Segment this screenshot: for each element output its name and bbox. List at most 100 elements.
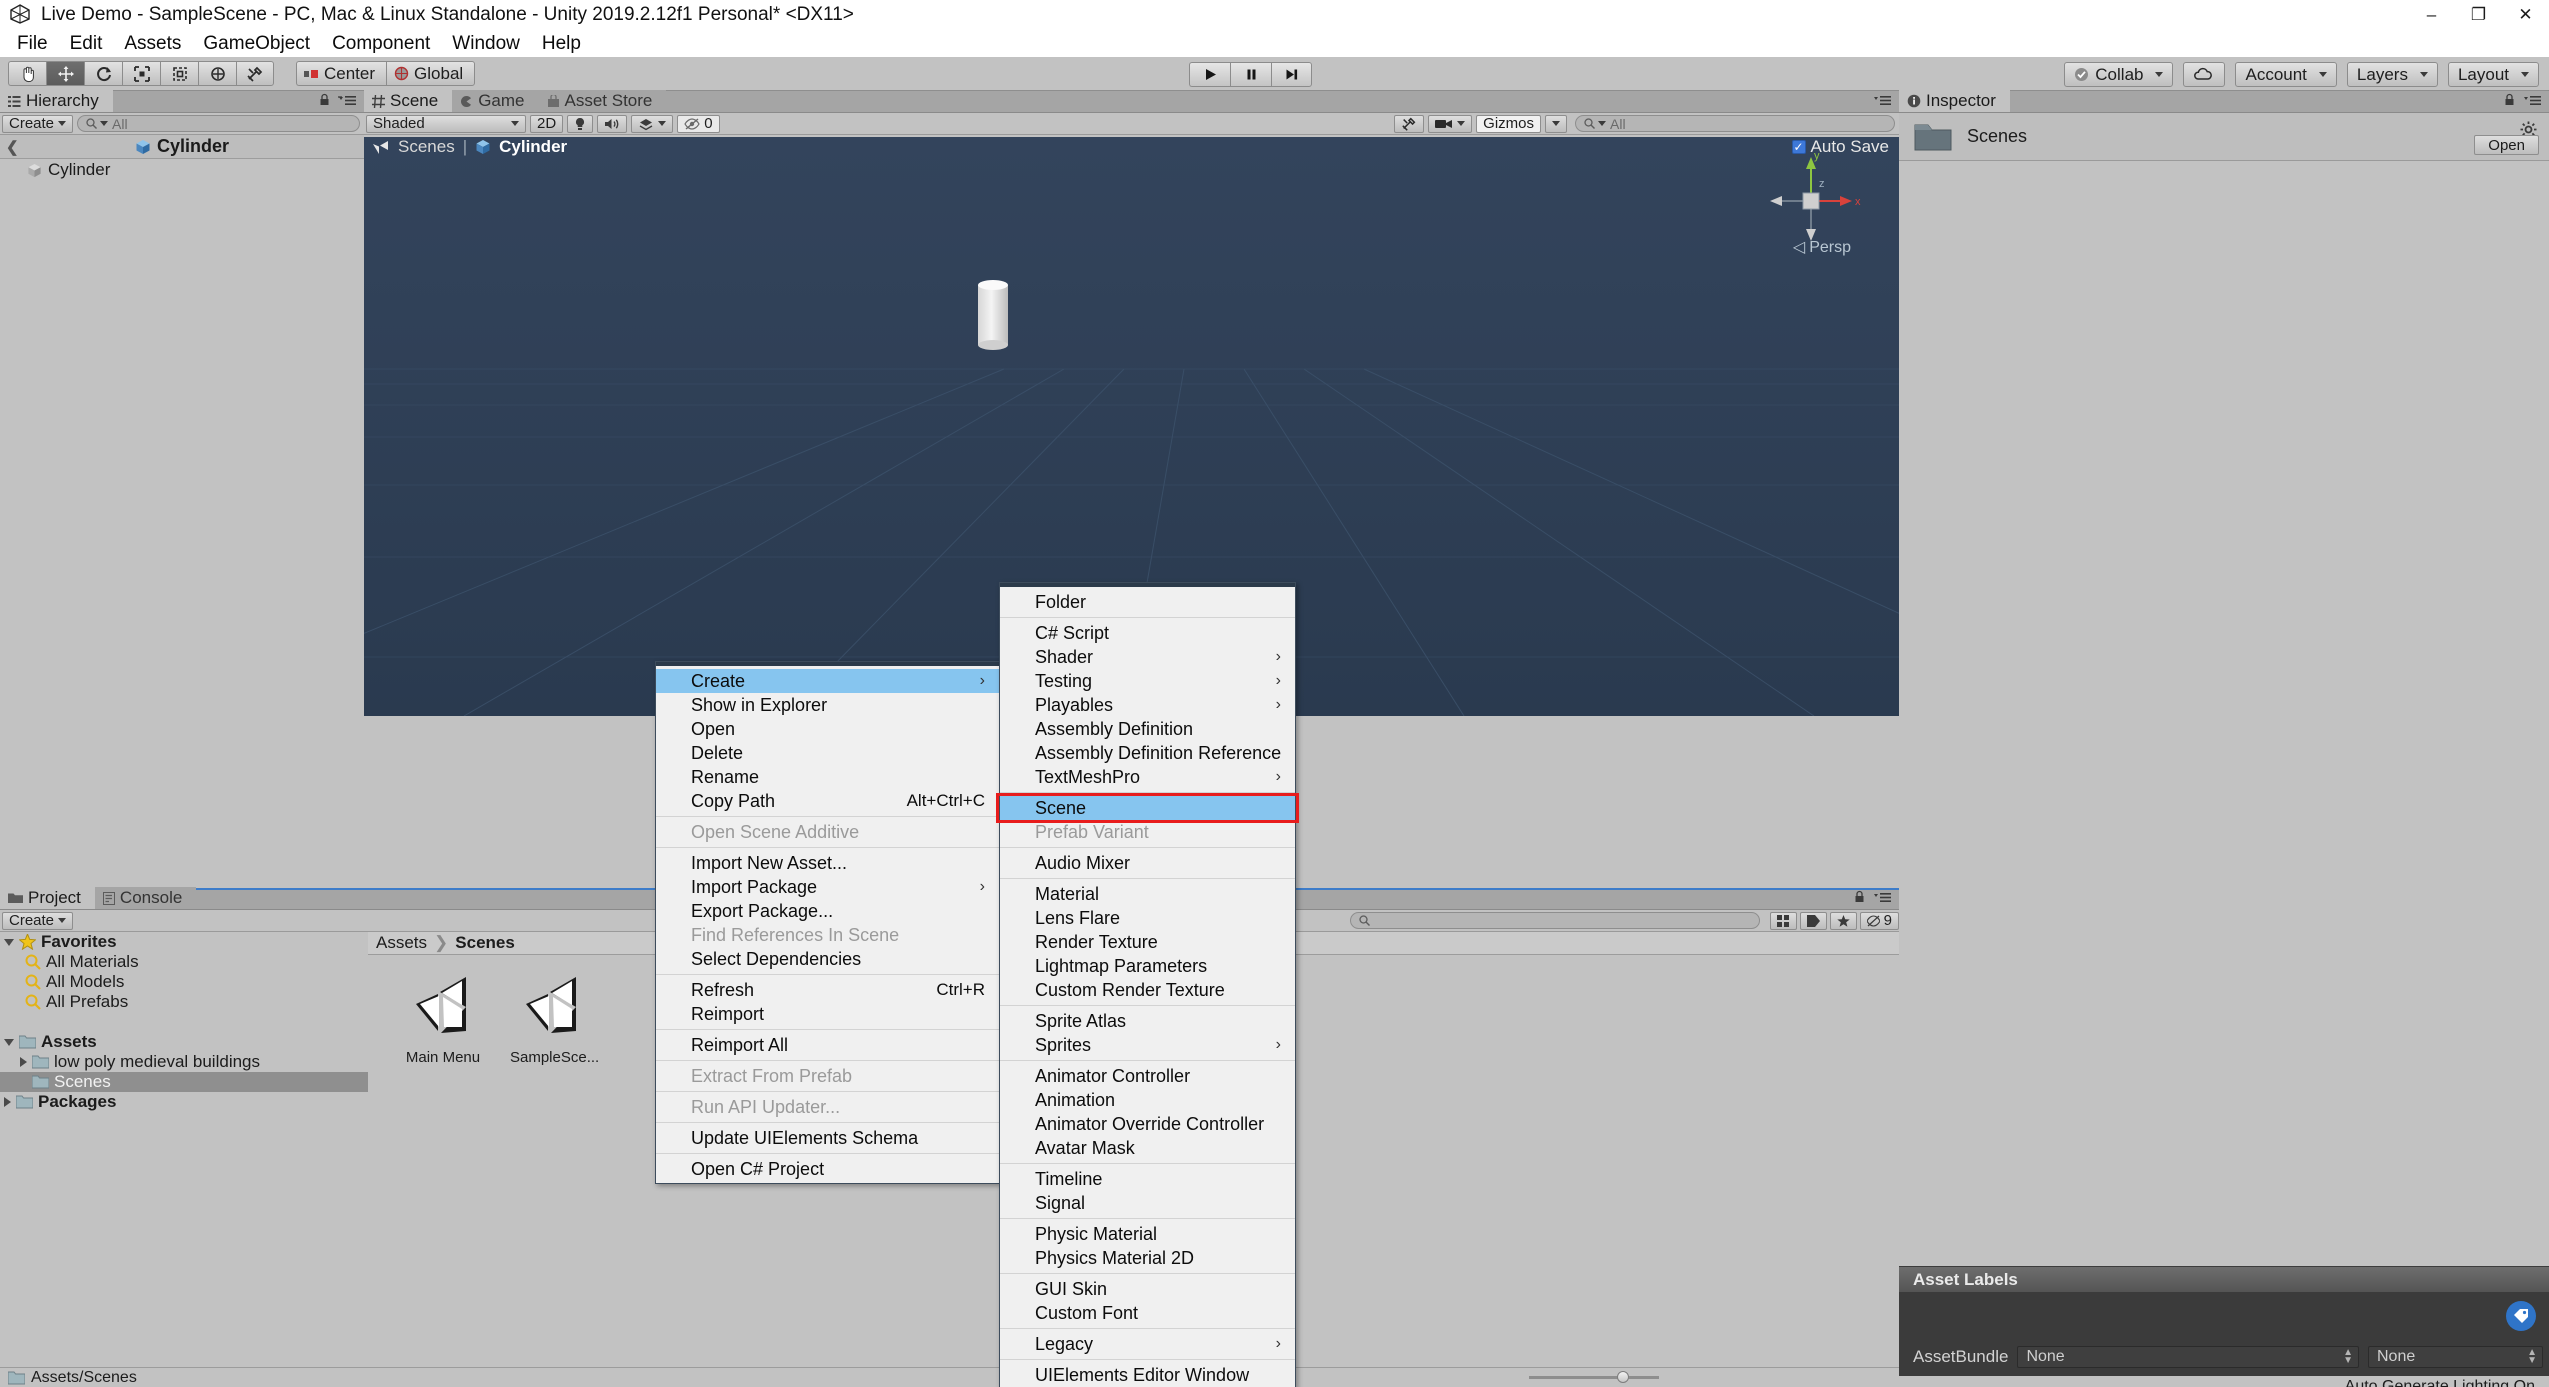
minimize-button[interactable]: – — [2408, 0, 2455, 30]
collab-button[interactable]: Collab — [2064, 62, 2174, 87]
scale-tool-icon[interactable] — [122, 61, 160, 86]
menu-item-create[interactable]: Create › — [656, 669, 999, 693]
tab-console[interactable]: Console — [94, 887, 197, 909]
account-button[interactable]: Account — [2235, 62, 2337, 87]
twisty-closed-icon[interactable] — [20, 1057, 27, 1067]
assets-breadcrumb-current[interactable]: Scenes — [455, 933, 515, 953]
twisty-open-icon[interactable] — [4, 938, 14, 946]
twisty-closed-icon[interactable] — [4, 1097, 11, 1107]
back-chevron-icon[interactable]: ❮ — [6, 138, 19, 156]
menu-item-reimport[interactable]: Reimport — [656, 1002, 999, 1026]
submenu-item-playables[interactable]: Playables › — [1000, 693, 1295, 717]
tree-item-all-models[interactable]: All Models — [0, 972, 368, 992]
submenu-item-avatar-mask[interactable]: Avatar Mask — [1000, 1136, 1295, 1160]
scene-component-tools-button[interactable] — [1394, 114, 1425, 133]
menu-gameobject[interactable]: GameObject — [192, 32, 321, 56]
hierarchy-item-cylinder[interactable]: Cylinder — [0, 159, 364, 181]
scene-breadcrumb-current[interactable]: Cylinder — [499, 137, 567, 157]
scene-audio-toggle[interactable] — [597, 114, 628, 133]
scene-lighting-toggle[interactable] — [567, 114, 594, 133]
menu-edit[interactable]: Edit — [59, 32, 114, 56]
hierarchy-create-button[interactable]: Create — [2, 114, 74, 133]
tree-item-assets[interactable]: Assets — [0, 1032, 368, 1052]
hierarchy-search-input[interactable]: All — [77, 115, 360, 132]
hand-tool-icon[interactable] — [8, 61, 46, 86]
maximize-button[interactable]: ❐ — [2455, 0, 2502, 30]
gizmos-dropdown-button[interactable] — [1545, 114, 1567, 133]
tab-project[interactable]: Project — [0, 887, 95, 909]
inspector-open-button[interactable]: Open — [2474, 135, 2539, 155]
submenu-item-shader[interactable]: Shader › — [1000, 645, 1295, 669]
custom-editor-tool-icon[interactable] — [236, 61, 274, 86]
project-menu-icon[interactable] — [1873, 887, 1891, 909]
submenu-item-animator-override-controller[interactable]: Animator Override Controller — [1000, 1112, 1295, 1136]
menu-item-open-c-project[interactable]: Open C# Project — [656, 1157, 999, 1181]
hierarchy-menu-icon[interactable] — [338, 90, 356, 112]
filter-by-label-button[interactable] — [1799, 911, 1827, 930]
tab-hierarchy[interactable]: Hierarchy — [0, 90, 113, 112]
pause-button[interactable] — [1230, 62, 1271, 87]
menu-item-select-dependencies[interactable]: Select Dependencies — [656, 947, 999, 971]
scene-hidden-objects-toggle[interactable]: 0 — [677, 114, 720, 133]
menu-item-delete[interactable]: Delete — [656, 741, 999, 765]
submenu-item-folder[interactable]: Folder — [1000, 590, 1295, 614]
assetbundle-dropdown[interactable]: None ▲ ▼ — [2017, 1346, 2359, 1368]
submenu-item-animation[interactable]: Animation — [1000, 1088, 1295, 1112]
submenu-item-gui-skin[interactable]: GUI Skin — [1000, 1277, 1295, 1301]
rect-tool-icon[interactable] — [160, 61, 198, 86]
handle-rotation-button[interactable]: Global — [386, 61, 476, 86]
menu-item-show-in-explorer[interactable]: Show in Explorer — [656, 693, 999, 717]
transform-tool-icon[interactable] — [198, 61, 236, 86]
menu-item-update-uielements-schema[interactable]: Update UIElements Schema — [656, 1126, 999, 1150]
draw-mode-dropdown[interactable]: Shaded — [366, 114, 526, 133]
asset-item-samplescene[interactable]: SampleSce... — [510, 969, 599, 1066]
move-tool-icon[interactable] — [46, 61, 84, 86]
submenu-item-lens-flare[interactable]: Lens Flare — [1000, 906, 1295, 930]
cloud-services-button[interactable] — [2183, 62, 2226, 87]
tree-item-favorites[interactable]: Favorites — [0, 932, 368, 952]
play-button[interactable] — [1189, 62, 1230, 87]
submenu-item-animator-controller[interactable]: Animator Controller — [1000, 1064, 1295, 1088]
menu-item-refresh[interactable]: Refresh Ctrl+R — [656, 978, 999, 1002]
tree-item-scenes[interactable]: Scenes — [0, 1072, 368, 1092]
gizmos-toggle-button[interactable]: Gizmos — [1476, 114, 1541, 133]
submenu-item-assembly-definition-reference[interactable]: Assembly Definition Reference — [1000, 741, 1295, 765]
submenu-item-sprite-atlas[interactable]: Sprite Atlas — [1000, 1009, 1295, 1033]
favorites-filter-button[interactable] — [1829, 911, 1857, 930]
menu-item-export-package[interactable]: Export Package... — [656, 899, 999, 923]
tree-item-all-prefabs[interactable]: All Prefabs — [0, 992, 368, 1012]
scene-fx-dropdown[interactable] — [631, 114, 674, 133]
asset-zoom-slider[interactable] — [1529, 1370, 1659, 1384]
submenu-item-legacy[interactable]: Legacy › — [1000, 1332, 1295, 1356]
lock-icon[interactable] — [319, 90, 330, 112]
scene-search-input[interactable]: All — [1575, 115, 1895, 132]
step-button[interactable] — [1271, 62, 1312, 87]
submenu-item-custom-font[interactable]: Custom Font — [1000, 1301, 1295, 1325]
scene-menu-icon[interactable] — [1873, 90, 1891, 112]
tab-inspector[interactable]: Inspector — [1899, 90, 2010, 112]
twisty-open-icon[interactable] — [4, 1038, 14, 1046]
submenu-item-material[interactable]: Material — [1000, 882, 1295, 906]
project-search-input[interactable] — [1349, 912, 1760, 929]
inspector-menu-icon[interactable] — [2523, 90, 2541, 112]
lock-icon[interactable] — [2504, 90, 2515, 112]
submenu-item-assembly-definition[interactable]: Assembly Definition — [1000, 717, 1295, 741]
assetbundle-variant-dropdown[interactable]: None ▲ ▼ — [2368, 1346, 2543, 1368]
tree-item-all-materials[interactable]: All Materials — [0, 952, 368, 972]
tab-game[interactable]: Game — [452, 90, 539, 112]
layers-button[interactable]: Layers — [2346, 62, 2438, 87]
submenu-item-c-script[interactable]: C# Script — [1000, 621, 1295, 645]
submenu-item-uielements-editor-window[interactable]: UIElements Editor Window — [1000, 1363, 1295, 1387]
menu-assets[interactable]: Assets — [113, 32, 192, 56]
slider-knob[interactable] — [1617, 1371, 1629, 1383]
menu-item-import-new-asset[interactable]: Import New Asset... — [656, 851, 999, 875]
toggle-2d-button[interactable]: 2D — [530, 114, 564, 133]
menu-file[interactable]: File — [6, 32, 59, 56]
filter-by-type-button[interactable] — [1769, 911, 1797, 930]
tree-item-low-poly-medieval-buildings[interactable]: low poly medieval buildings — [0, 1052, 368, 1072]
submenu-item-custom-render-texture[interactable]: Custom Render Texture — [1000, 978, 1295, 1002]
rotate-tool-icon[interactable] — [84, 61, 122, 86]
pivot-mode-button[interactable]: Center — [296, 61, 387, 86]
submenu-item-testing[interactable]: Testing › — [1000, 669, 1295, 693]
submenu-item-physics-material-2d[interactable]: Physics Material 2D — [1000, 1246, 1295, 1270]
